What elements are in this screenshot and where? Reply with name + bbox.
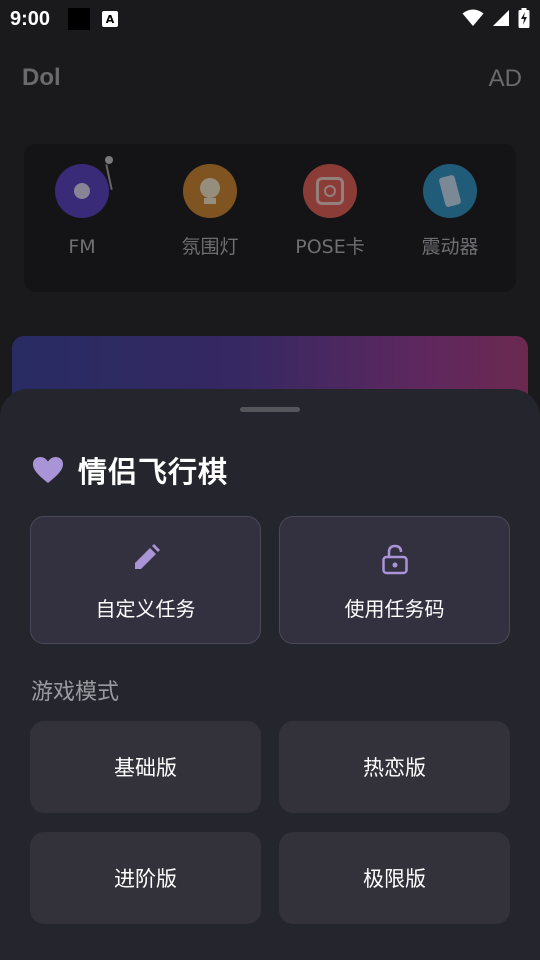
vibrate-icon bbox=[423, 164, 477, 218]
status-indicators bbox=[462, 8, 530, 28]
feature-label: 氛围灯 bbox=[181, 236, 239, 258]
sheet-header: 情侣飞行棋 bbox=[32, 449, 228, 491]
game-mode-header: 游戏模式 bbox=[31, 680, 120, 705]
status-time: 9:00 bbox=[10, 7, 51, 30]
feature-fm[interactable]: FM bbox=[27, 156, 137, 258]
feature-label: FM bbox=[68, 236, 96, 258]
use-task-code-button[interactable]: 使用任务码 bbox=[279, 516, 510, 644]
bottom-sheet: 情侣飞行棋 自定义任务 使用任务码 游戏模式 基础版 热恋版 进阶版 极限版 bbox=[0, 389, 540, 960]
status-bar: 9:00 A bbox=[0, 0, 540, 38]
custom-task-label: 自定义任务 bbox=[95, 597, 196, 621]
mode-advanced-button[interactable]: 进阶版 bbox=[30, 832, 261, 924]
feature-panel: FM 氛围灯 POSE卡 震动器 bbox=[24, 144, 516, 292]
heart-icon bbox=[33, 457, 63, 483]
sheet-title: 情侣飞行棋 bbox=[78, 455, 229, 489]
use-task-code-label: 使用任务码 bbox=[344, 597, 445, 621]
wifi-icon bbox=[462, 9, 484, 26]
lock-icon bbox=[381, 544, 408, 575]
notification-icon bbox=[68, 8, 91, 30]
bulb-icon bbox=[183, 164, 237, 218]
feature-label: 震动器 bbox=[421, 236, 479, 258]
cellular-signal-icon bbox=[493, 10, 509, 26]
notification-letter-icon: A bbox=[102, 11, 119, 27]
feature-ambient-light[interactable]: 氛围灯 bbox=[155, 164, 265, 259]
mode-basic-button[interactable]: 基础版 bbox=[30, 721, 261, 813]
ad-label[interactable]: AD bbox=[489, 65, 522, 93]
feature-vibrator[interactable]: 震动器 bbox=[395, 164, 505, 259]
feature-label: POSE卡 bbox=[295, 236, 365, 258]
mode-passion-button[interactable]: 热恋版 bbox=[279, 721, 510, 813]
camera-icon bbox=[303, 164, 357, 218]
mode-extreme-button[interactable]: 极限版 bbox=[279, 832, 510, 924]
vinyl-record-icon bbox=[55, 156, 113, 218]
feature-pose-card[interactable]: POSE卡 bbox=[275, 164, 385, 259]
app-logo: Dol bbox=[22, 64, 61, 91]
battery-charging-icon bbox=[518, 8, 530, 28]
pencil-icon bbox=[134, 544, 160, 569]
sheet-drag-handle[interactable] bbox=[240, 407, 300, 412]
custom-task-button[interactable]: 自定义任务 bbox=[30, 516, 261, 644]
